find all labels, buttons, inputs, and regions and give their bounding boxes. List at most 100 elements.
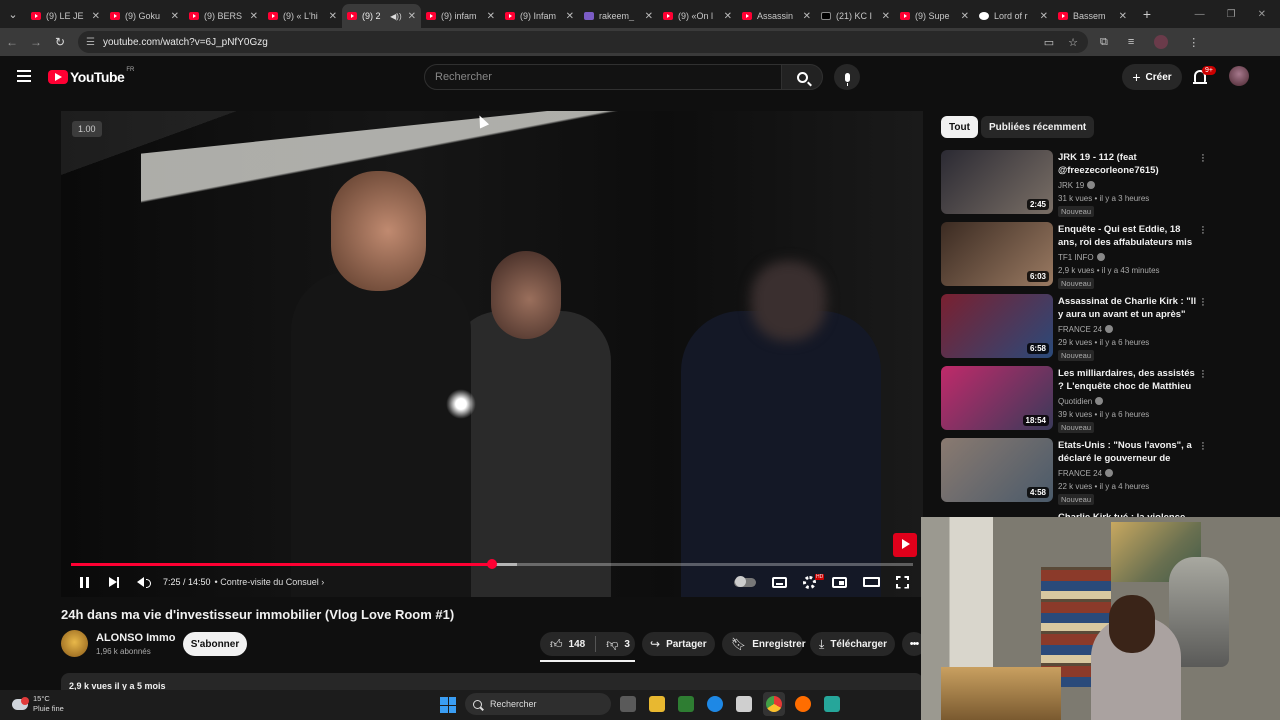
chrome-icon[interactable]	[766, 696, 782, 712]
browser-tab[interactable]: (9) LE JE ✕	[26, 4, 105, 28]
settings-gear-icon[interactable]: HD	[803, 573, 825, 589]
more-options-icon[interactable]: · · ·	[1201, 222, 1205, 239]
browser-tab[interactable]: (9) Goku ✕	[105, 4, 184, 28]
like-button[interactable]: 👍︎ 148	[550, 637, 585, 652]
user-avatar[interactable]	[1229, 66, 1249, 86]
site-info-icon[interactable]: ☰	[86, 37, 95, 48]
close-tab-icon[interactable]: ✕	[961, 11, 969, 22]
chapter-title[interactable]: • Contre-visite du Consuel ›	[215, 577, 325, 587]
close-tab-icon[interactable]: ✕	[487, 11, 495, 22]
recommendation-item[interactable]: 4:58 Etats-Unis : "Nous l'avons", a décla…	[941, 438, 1211, 505]
firefox-icon[interactable]	[795, 696, 811, 712]
search-box[interactable]	[424, 64, 782, 90]
search-input[interactable]	[435, 71, 781, 83]
minimize-icon[interactable]: —	[1195, 9, 1205, 20]
download-button[interactable]: ⤓ Télécharger	[810, 632, 895, 656]
reload-icon[interactable]: ↻	[48, 35, 72, 49]
scrubber-handle[interactable]	[487, 559, 497, 569]
browser-menu-icon[interactable]: ⋮	[1188, 36, 1199, 49]
next-video-icon[interactable]	[109, 576, 120, 588]
miniplayer-icon[interactable]	[832, 576, 847, 588]
task-view-icon[interactable]	[620, 696, 636, 712]
autoplay-toggle[interactable]	[734, 575, 756, 587]
windows-start-icon[interactable]	[440, 697, 456, 713]
browser-tab[interactable]: Assassin ✕	[737, 4, 816, 28]
recommendation-channel[interactable]: TF1 INFO	[1058, 253, 1105, 262]
video-thumbnail[interactable]: 6:03	[941, 222, 1053, 286]
forward-arrow-icon[interactable]: →	[24, 35, 48, 49]
edge-icon[interactable]	[707, 696, 723, 712]
close-tab-icon[interactable]: ✕	[171, 11, 179, 22]
recommendation-channel[interactable]: FRANCE 24	[1058, 469, 1114, 478]
browser-tab[interactable]: (9) BERS ✕	[184, 4, 263, 28]
video-thumbnail[interactable]: 6:58	[941, 294, 1053, 358]
back-arrow-icon[interactable]: ←	[0, 35, 24, 49]
close-tab-icon[interactable]: ✕	[645, 11, 653, 22]
video-thumbnail[interactable]: 2:45	[941, 150, 1053, 214]
close-tab-icon[interactable]: ✕	[1040, 11, 1048, 22]
cast-icon[interactable]: ▭	[1044, 36, 1054, 49]
close-tab-icon[interactable]: ✕	[250, 11, 258, 22]
progress-bar[interactable]	[71, 559, 913, 569]
recommendation-title[interactable]: Assassinat de Charlie Kirk : "Il y aura …	[1058, 295, 1198, 321]
browser-tab[interactable]: (9) « L'hi ✕	[263, 4, 342, 28]
more-options-icon[interactable]: · · ·	[1201, 294, 1205, 311]
subtitles-icon[interactable]	[772, 576, 787, 588]
close-tab-icon[interactable]: ✕	[566, 11, 574, 22]
create-button[interactable]: + Créer	[1122, 64, 1182, 90]
search-button[interactable]	[781, 64, 823, 90]
channel-watermark-icon[interactable]	[893, 533, 917, 557]
channel-name[interactable]: ALONSO Immo	[96, 632, 175, 644]
recommendation-channel[interactable]: FRANCE 24	[1058, 325, 1114, 334]
profile-avatar[interactable]	[1154, 35, 1169, 49]
chip-tout[interactable]: Tout	[941, 116, 978, 138]
close-tab-icon[interactable]: ✕	[1119, 11, 1127, 22]
save-button[interactable]: 🔖︎ Enregistrer	[722, 632, 806, 656]
more-options-icon[interactable]: · · ·	[1201, 366, 1205, 383]
recommendation-item[interactable]: 6:58 Assassinat de Charlie Kirk : "Il y a…	[941, 294, 1211, 361]
recommendation-title[interactable]: JRK 19 - 112 (feat @freezecorleone7615)	[1058, 151, 1198, 177]
close-tab-icon[interactable]: ✕	[408, 11, 416, 22]
volume-icon[interactable]	[137, 576, 151, 588]
tab-search-icon[interactable]: ⌄	[0, 0, 26, 28]
video-thumbnail[interactable]: 18:54	[941, 366, 1053, 430]
recommendation-channel[interactable]: Quotidien	[1058, 397, 1104, 406]
close-tab-icon[interactable]: ✕	[724, 11, 732, 22]
recommendation-channel[interactable]: JRK 19	[1058, 181, 1096, 190]
subscribe-button[interactable]: S'abonner	[183, 632, 247, 656]
video-thumbnail[interactable]: 4:58	[941, 438, 1053, 502]
store-icon[interactable]	[736, 696, 752, 712]
close-tab-icon[interactable]: ✕	[92, 11, 100, 22]
share-button[interactable]: ↪ Partager	[642, 632, 715, 656]
browser-tab[interactable]: Bassem ✕	[1053, 4, 1132, 28]
youtube-logo[interactable]: YouTube FR	[48, 67, 134, 85]
browser-tab[interactable]: (9) Infam ✕	[500, 4, 579, 28]
browser-tab[interactable]: rakeem_ ✕	[579, 4, 658, 28]
browser-tab[interactable]: (9) 2 ◀)) ✕	[342, 4, 421, 28]
weather-widget[interactable]: 15°C Pluie fine	[12, 694, 64, 714]
maximize-icon[interactable]: ❐	[1227, 9, 1236, 20]
recommendation-title[interactable]: Enquête - Qui est Eddie, 18 ans, roi des…	[1058, 223, 1198, 249]
theater-mode-icon[interactable]	[863, 577, 880, 587]
recommendation-title[interactable]: Etats-Unis : "Nous l'avons", a déclaré l…	[1058, 439, 1198, 465]
more-options-icon[interactable]: · · ·	[1201, 150, 1205, 167]
taskbar-search[interactable]: Rechercher	[465, 693, 611, 715]
pause-icon[interactable]	[80, 576, 89, 588]
browser-tab[interactable]: (21) KC I ✕	[816, 4, 895, 28]
close-window-icon[interactable]: ✕	[1258, 9, 1266, 20]
browser-tab[interactable]: (9) infam ✕	[421, 4, 500, 28]
close-tab-icon[interactable]: ✕	[329, 11, 337, 22]
file-explorer-icon[interactable]	[649, 696, 665, 712]
omnibox[interactable]: ☰ youtube.com/watch?v=6J_pNfY0Gzg ▭ ☆	[78, 31, 1088, 53]
recommendation-item[interactable]: 18:54 Les milliardaires, des assistés ? L…	[941, 366, 1211, 433]
browser-tab[interactable]: (9) Supe ✕	[895, 4, 974, 28]
app-icon[interactable]	[824, 696, 840, 712]
reading-list-icon[interactable]: ≡	[1128, 36, 1134, 48]
more-options-icon[interactable]: · · ·	[1201, 438, 1205, 455]
fullscreen-icon[interactable]	[896, 575, 909, 589]
browser-tab[interactable]: Lord of r ✕	[974, 4, 1053, 28]
browser-tab[interactable]: (9) «On l ✕	[658, 4, 737, 28]
channel-avatar[interactable]	[61, 630, 88, 657]
speaker-icon[interactable]: ◀))	[390, 12, 401, 21]
recommendation-item[interactable]: 2:45 JRK 19 - 112 (feat @freezecorleone76…	[941, 150, 1211, 217]
